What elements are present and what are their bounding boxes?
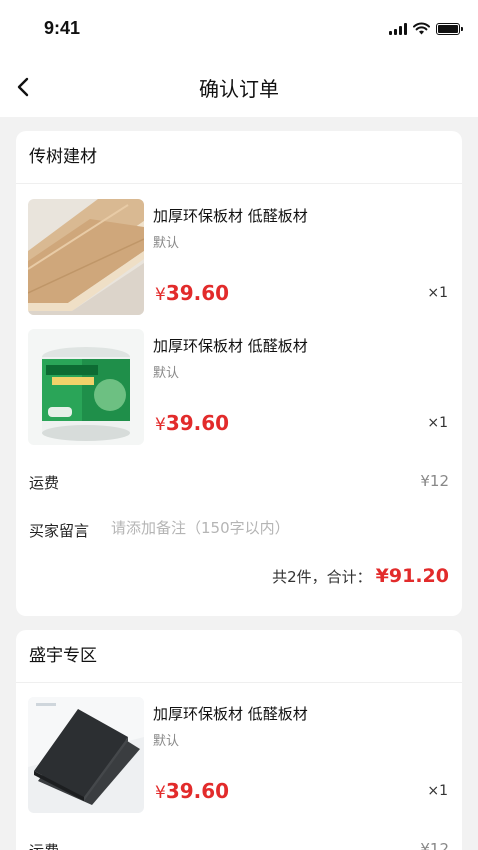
product-image[interactable] — [28, 329, 144, 445]
order-summary: 共2件，合计： ¥91.20 — [272, 565, 449, 587]
price-value: 39.60 — [165, 779, 230, 803]
wifi-icon — [413, 22, 430, 35]
product-spec: 默认 — [153, 734, 180, 749]
status-icons — [389, 22, 463, 35]
product-image[interactable] — [28, 697, 144, 813]
shop-name[interactable]: 盛宇专区 — [16, 630, 462, 683]
product-price: ¥39.60 — [155, 779, 229, 803]
product-item[interactable]: 加厚环保板材 低醛板材 默认 ¥39.60 ×1 — [28, 329, 450, 445]
product-name: 加厚环保板材 低醛板材 — [153, 207, 308, 225]
shipping-fee: ¥12 — [420, 472, 449, 490]
summary-label: 共2件，合计： — [272, 568, 372, 586]
total-amount: ¥91.20 — [375, 565, 449, 587]
product-spec: 默认 — [153, 366, 180, 381]
product-price: ¥39.60 — [155, 281, 229, 305]
shipping-fee: ¥12 — [420, 840, 449, 850]
product-quantity: ×1 — [427, 285, 448, 301]
product-quantity: ×1 — [427, 783, 448, 799]
product-quantity: ×1 — [427, 415, 448, 431]
product-image[interactable] — [28, 199, 144, 315]
signal-icon — [389, 22, 407, 35]
price-value: 39.60 — [165, 281, 230, 305]
currency-symbol: ¥ — [155, 415, 166, 435]
status-time: 9:41 — [44, 18, 81, 38]
shipping-label: 运费 — [29, 474, 60, 492]
battery-icon — [436, 22, 463, 35]
product-name: 加厚环保板材 低醛板材 — [153, 337, 308, 355]
currency-symbol: ¥ — [155, 783, 166, 803]
product-item[interactable]: 加厚环保板材 低醛板材 默认 ¥39.60 ×1 — [28, 697, 450, 813]
product-item[interactable]: 加厚环保板材 低醛板材 默认 ¥39.60 ×1 — [28, 199, 450, 315]
shop-card: 传树建材 加厚环保板材 低醛板材 默认 ¥39.60 ×1 加厚环保板材 低醛板… — [16, 131, 462, 616]
page-title: 确认订单 — [199, 77, 279, 101]
product-spec: 默认 — [153, 236, 180, 251]
product-price: ¥39.60 — [155, 411, 229, 435]
top-bar: 9:41 确认订单 — [0, 0, 478, 117]
shipping-label: 运费 — [29, 840, 59, 850]
remark-input[interactable] — [111, 519, 411, 537]
remark-label: 买家留言 — [29, 522, 90, 540]
price-value: 39.60 — [165, 411, 230, 435]
shop-card: 盛宇专区 加厚环保板材 低醛板材 默认 ¥39.60 ×1 运费 ¥12 — [16, 630, 462, 850]
status-bar: 9:41 — [0, 0, 478, 58]
shop-name[interactable]: 传树建材 — [16, 131, 462, 184]
nav-bar: 确认订单 — [0, 58, 478, 117]
currency-symbol: ¥ — [155, 285, 166, 305]
product-name: 加厚环保板材 低醛板材 — [153, 705, 308, 723]
